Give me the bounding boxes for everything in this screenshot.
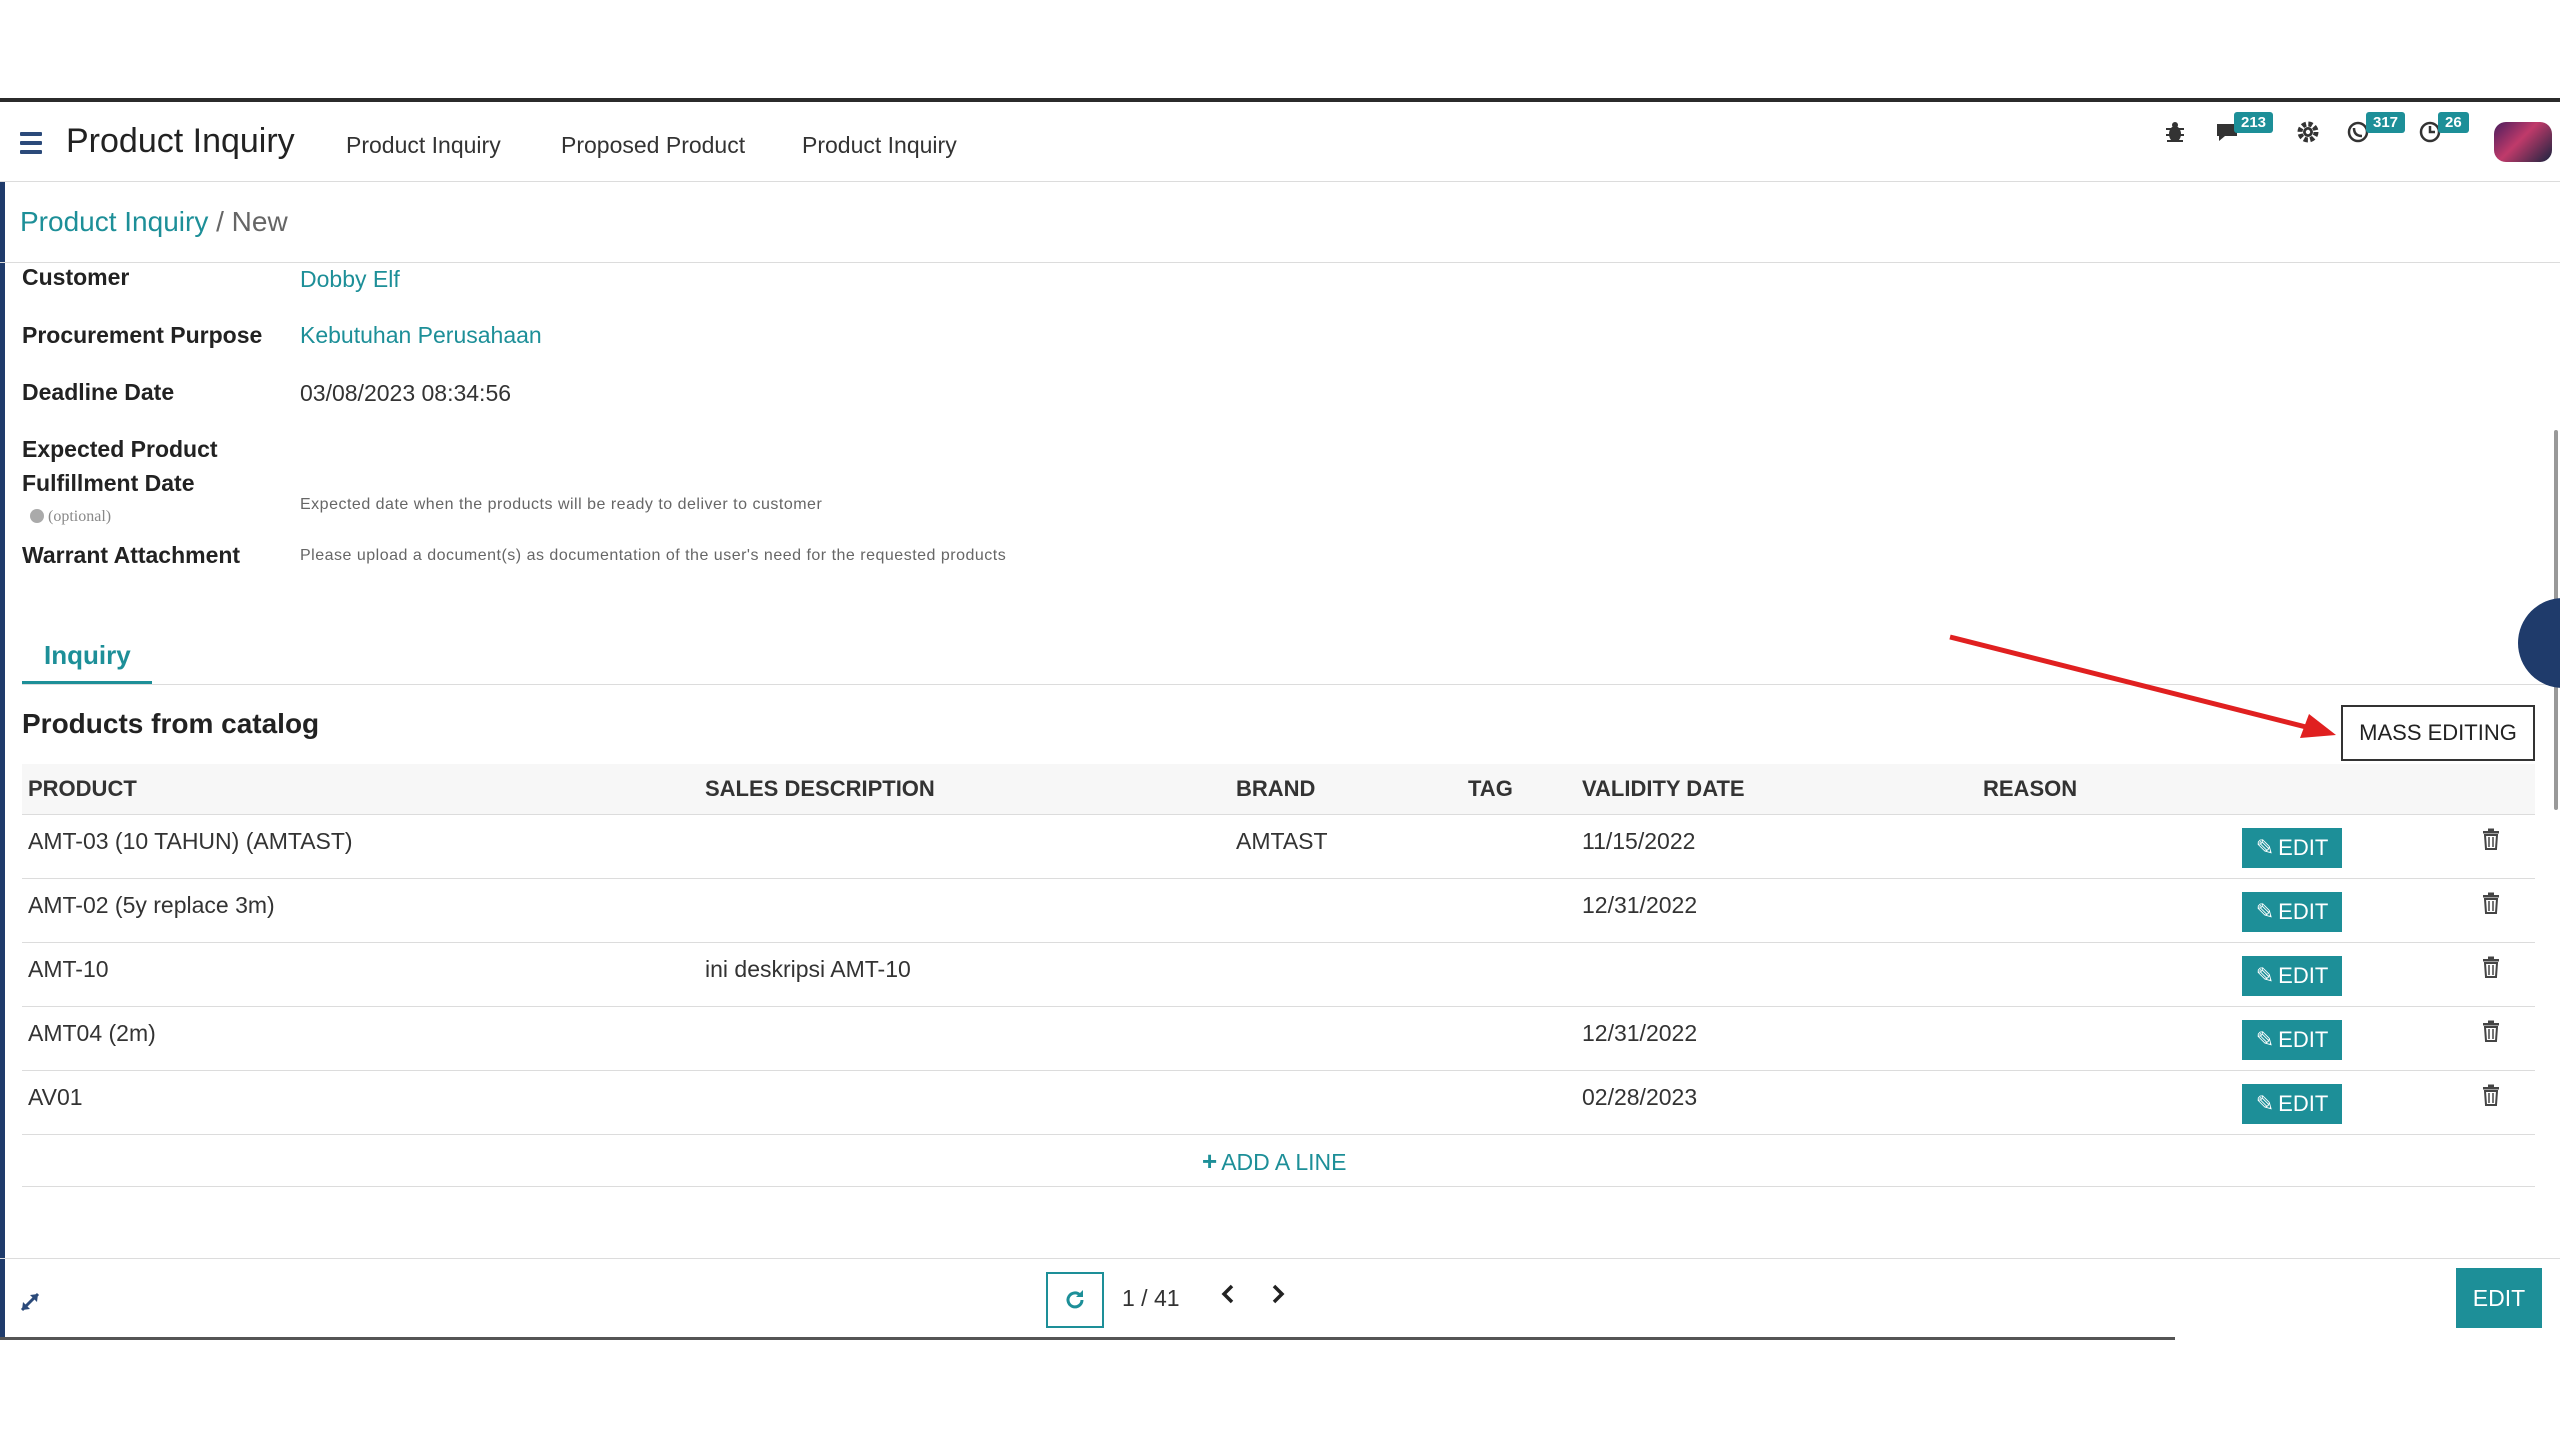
trash-icon[interactable]	[2482, 1020, 2500, 1047]
table-row[interactable]: AMT04 (2m) 12/31/2022 ✎ EDIT	[22, 1006, 2535, 1071]
table-bottom-divider	[22, 1186, 2535, 1187]
trash-icon[interactable]	[2482, 1084, 2500, 1111]
cell-description: ini deskripsi AMT-10	[705, 956, 911, 982]
cell-validity: 12/31/2022	[1582, 1020, 1698, 1046]
table-row[interactable]: AV01 02/28/2023 ✎ EDIT	[22, 1070, 2535, 1135]
chevron-right-icon[interactable]	[1268, 1282, 1288, 1311]
col-sales-description[interactable]: SALES DESCRIPTION	[705, 776, 935, 802]
col-validity-date[interactable]: VALIDITY DATE	[1582, 776, 1745, 802]
plus-icon: +	[1202, 1146, 1218, 1176]
cell-validity: 11/15/2022	[1582, 828, 1696, 854]
cell-product: AMT04 (2m)	[28, 1020, 156, 1046]
pager-counter: 1 / 41	[1122, 1285, 1180, 1311]
trash-icon[interactable]	[2482, 956, 2500, 983]
edit-button[interactable]: EDIT	[2456, 1268, 2542, 1328]
bottom-line	[0, 1337, 2175, 1340]
add-a-line-button[interactable]: + ADD A LINE	[1202, 1146, 1346, 1177]
cell-validity: 02/28/2023	[1582, 1084, 1698, 1110]
red-annotation-arrow	[1949, 634, 2336, 738]
cell-product: AMT-03 (10 TAHUN) (AMTAST)	[28, 828, 353, 854]
expand-icon[interactable]	[18, 1290, 42, 1319]
row-edit-button[interactable]: ✎ EDIT	[2242, 1020, 2342, 1060]
table-row[interactable]: AMT-03 (10 TAHUN) (AMTAST) AMTAST 11/15/…	[22, 814, 2535, 879]
cell-product: AMT-10	[28, 956, 109, 982]
reload-button[interactable]	[1046, 1272, 1104, 1328]
row-edit-button[interactable]: ✎ EDIT	[2242, 956, 2342, 996]
table-row[interactable]: AMT-10 ini deskripsi AMT-10 ✎ EDIT	[22, 942, 2535, 1007]
refresh-icon	[1066, 1290, 1084, 1309]
cell-product: AMT-02 (5y replace 3m)	[28, 892, 275, 918]
edit-icon: ✎	[2255, 1091, 2275, 1116]
edit-icon: ✎	[2255, 899, 2275, 924]
col-product[interactable]: PRODUCT	[28, 776, 137, 802]
edit-icon: ✎	[2255, 1027, 2275, 1052]
col-reason[interactable]: REASON	[1983, 776, 2077, 802]
trash-icon[interactable]	[2482, 828, 2500, 855]
edit-icon: ✎	[2255, 963, 2275, 988]
cell-product: AV01	[28, 1084, 83, 1110]
row-edit-button[interactable]: ✎ EDIT	[2242, 1084, 2342, 1124]
edit-icon: ✎	[2255, 835, 2275, 860]
col-tag[interactable]: TAG	[1468, 776, 1513, 802]
cell-validity: 12/31/2022	[1582, 892, 1698, 918]
row-edit-button[interactable]: ✎ EDIT	[2242, 828, 2342, 868]
table-row[interactable]: AMT-02 (5y replace 3m) 12/31/2022 ✎ EDIT	[22, 878, 2535, 943]
row-edit-button[interactable]: ✎ EDIT	[2242, 892, 2342, 932]
table-header: PRODUCT SALES DESCRIPTION BRAND TAG VALI…	[22, 764, 2535, 815]
cell-brand: AMTAST	[1236, 828, 1328, 854]
trash-icon[interactable]	[2482, 892, 2500, 919]
col-brand[interactable]: BRAND	[1236, 776, 1315, 802]
chevron-left-icon[interactable]	[1218, 1282, 1238, 1311]
